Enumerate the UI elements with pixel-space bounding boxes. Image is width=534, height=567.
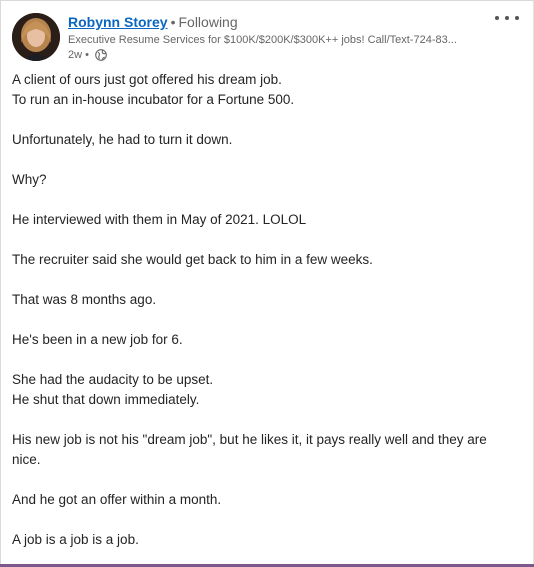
post-text-line: A client of ours just got offered his dr… <box>12 72 282 87</box>
more-options-icon[interactable] <box>495 9 519 27</box>
post-text-line: His new job is not his "dream job", but … <box>12 432 487 467</box>
author-avatar[interactable] <box>12 13 60 61</box>
author-name-link[interactable]: Robynn Storey <box>68 14 168 30</box>
post-text-line: A job is a job is a job. <box>12 532 139 547</box>
post-card: Robynn Storey • Following Executive Resume… <box>0 0 534 567</box>
post-text-line: To run an in-house incubator for a Fortu… <box>12 92 295 107</box>
dot <box>515 16 519 20</box>
separator-dot: • <box>85 49 89 61</box>
post-text-line: Why? <box>12 172 47 187</box>
post-age: 2w <box>68 49 83 61</box>
author-headline: Executive Resume Services for $100K/$200… <box>68 34 457 46</box>
globe-icon <box>95 49 107 61</box>
post-text-line: She had the audacity to be upset. <box>12 372 214 387</box>
dot <box>495 16 499 20</box>
post-body: A client of ours just got offered his dr… <box>12 70 519 550</box>
post-text-line: He shut that down immediately. <box>12 392 200 407</box>
post-text-line: And he got an offer within a month. <box>12 492 222 507</box>
post-text-line: He's been in a new job for 6. <box>12 332 183 347</box>
post-header: Robynn Storey • Following Executive Resume… <box>68 13 473 62</box>
post-text-line: That was 8 months ago. <box>12 292 157 307</box>
post-meta: 2w • <box>68 48 473 62</box>
dot <box>505 16 509 20</box>
separator-dot: • <box>170 14 176 30</box>
post-text-line: Unfortunately, he had to turn it down. <box>12 132 233 147</box>
follow-status[interactable]: Following <box>178 14 237 30</box>
author-line: Robynn Storey • Following <box>68 13 473 31</box>
post-text-line: The recruiter said she would get back to… <box>12 252 373 267</box>
post-text-line: He interviewed with them in May of 2021.… <box>12 212 307 227</box>
